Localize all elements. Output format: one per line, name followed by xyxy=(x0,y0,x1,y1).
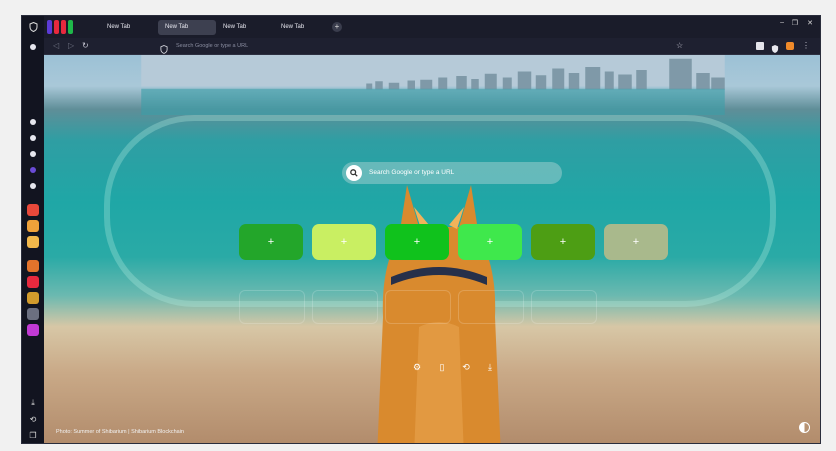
address-bar[interactable]: Search Google or type a URL xyxy=(176,41,248,51)
photo-credit[interactable]: Photo: Summer of Shibarium | Shibarium B… xyxy=(56,429,184,435)
tab-label: New Tab xyxy=(165,24,189,30)
add-shortcut-icon: + xyxy=(559,236,567,248)
shortcut-tile-1[interactable]: + xyxy=(239,224,303,260)
tab-label: New Tab xyxy=(223,24,247,30)
sidebar-app-13-icon[interactable] xyxy=(27,324,39,336)
shortcut-tile-6[interactable]: + xyxy=(604,224,668,260)
profile-color-bar-icon xyxy=(54,20,59,34)
settings-icon[interactable]: ⚙ xyxy=(411,361,423,373)
back-icon[interactable]: ◁ xyxy=(53,40,59,52)
minimize-button[interactable]: – xyxy=(780,19,784,26)
title-bar: New Tab New Tab New Tab New Tab + – ❐ ✕ xyxy=(44,16,820,38)
sidebar: ⤓ ⟲ ❐ xyxy=(22,16,45,443)
sidebar-app-12-icon[interactable] xyxy=(27,308,39,320)
city-skyline-background xyxy=(141,55,725,115)
bookmarks-icon[interactable]: ▯ xyxy=(436,361,448,373)
shortcut-tile-5[interactable]: + xyxy=(531,224,595,260)
tab-3[interactable]: New Tab xyxy=(216,20,274,35)
empty-shortcut-slot xyxy=(385,290,451,324)
history-icon[interactable]: ⟲ xyxy=(27,413,39,425)
profile-icon[interactable] xyxy=(27,41,39,53)
profile-color-bar-icon xyxy=(68,20,73,34)
sidebar-app-1-icon[interactable] xyxy=(27,116,39,128)
forward-icon[interactable]: ▷ xyxy=(68,40,74,52)
new-tab-page: Search Google or type a URL + + + + + + … xyxy=(44,55,820,443)
theme-toggle-icon[interactable] xyxy=(799,422,810,433)
shortcut-tile-4[interactable]: + xyxy=(458,224,522,260)
tab-1[interactable]: New Tab xyxy=(100,20,158,35)
reload-icon[interactable]: ↻ xyxy=(82,40,89,52)
shib-extension-icon[interactable] xyxy=(786,42,794,50)
shield-icon[interactable] xyxy=(27,21,39,33)
history-icon[interactable]: ⟲ xyxy=(460,361,472,373)
tab-4[interactable]: New Tab xyxy=(274,20,332,35)
sidebar-app-5-icon[interactable] xyxy=(27,180,39,192)
tab-label: New Tab xyxy=(281,24,305,30)
download-icon[interactable]: ⤓ xyxy=(27,397,39,409)
maximize-button[interactable]: ❐ xyxy=(792,19,798,27)
add-shortcut-icon: + xyxy=(340,236,348,248)
tab-label: New Tab xyxy=(107,24,131,30)
empty-shortcut-slot xyxy=(531,290,597,324)
downloads-icon[interactable]: ⤓ xyxy=(484,361,496,373)
shortcut-tile-3[interactable]: + xyxy=(385,224,449,260)
empty-shortcut-slot xyxy=(458,290,524,324)
sidebar-app-7-icon[interactable] xyxy=(27,220,39,232)
search-icon[interactable] xyxy=(346,165,362,181)
search-box[interactable]: Search Google or type a URL xyxy=(342,162,562,184)
add-shortcut-icon: + xyxy=(486,236,494,248)
sidebar-app-4-icon[interactable] xyxy=(27,164,39,176)
shortcut-tile-2[interactable]: + xyxy=(312,224,376,260)
new-tab-button[interactable]: + xyxy=(332,22,342,32)
sidebar-app-10-icon[interactable] xyxy=(27,276,39,288)
menu-icon[interactable]: ⋮ xyxy=(802,40,810,52)
sidebar-app-9-icon[interactable] xyxy=(27,260,39,272)
add-shortcut-icon: + xyxy=(413,236,421,248)
toolbar: ◁ ▷ ↻ Search Google or type a URL ☆ ⋮ xyxy=(44,38,820,55)
sidebar-app-3-icon[interactable] xyxy=(27,148,39,160)
bookmark-star-icon[interactable]: ☆ xyxy=(676,40,683,52)
copy-icon[interactable]: ❐ xyxy=(27,429,39,441)
search-input[interactable]: Search Google or type a URL xyxy=(369,162,454,184)
sidebar-app-6-icon[interactable] xyxy=(27,204,39,216)
sidebar-app-2-icon[interactable] xyxy=(27,132,39,144)
profile-color-bar-icon xyxy=(47,20,52,34)
add-shortcut-icon: + xyxy=(632,236,640,248)
sidebar-app-8-icon[interactable] xyxy=(27,236,39,248)
browser-window: ⤓ ⟲ ❐ New Tab New Tab New Tab New Tab + … xyxy=(21,15,821,444)
extension-icon[interactable] xyxy=(756,42,764,50)
add-shortcut-icon: + xyxy=(267,236,275,248)
close-button[interactable]: ✕ xyxy=(807,19,813,27)
tab-2[interactable]: New Tab xyxy=(158,20,216,35)
empty-shortcut-slot xyxy=(239,290,305,324)
profile-color-bar-icon xyxy=(61,20,66,34)
sidebar-app-11-icon[interactable] xyxy=(27,292,39,304)
empty-shortcut-slot xyxy=(312,290,378,324)
